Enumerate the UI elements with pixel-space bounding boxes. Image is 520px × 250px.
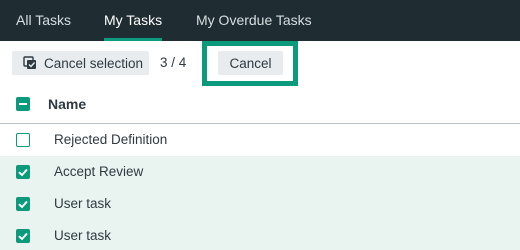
- row-checkbox[interactable]: [16, 133, 30, 147]
- row-checkbox[interactable]: [16, 229, 30, 243]
- table-row[interactable]: User task: [0, 188, 520, 220]
- cancel-label: Cancel: [229, 55, 272, 71]
- tab-my-tasks[interactable]: My Tasks: [104, 0, 163, 41]
- tab-my-tasks-label: My Tasks: [104, 12, 163, 28]
- selection-toolbar: Cancel selection 3 / 4 Cancel: [0, 41, 520, 86]
- checkmark-icon: [18, 232, 28, 241]
- checkmark-icon: [18, 200, 28, 209]
- cancel-button[interactable]: Cancel: [218, 51, 283, 75]
- tab-all-tasks-label: All Tasks: [16, 12, 71, 28]
- table-header: Name: [0, 86, 520, 124]
- table-row[interactable]: User task: [0, 220, 520, 250]
- task-name[interactable]: User task: [54, 220, 111, 250]
- task-name[interactable]: User task: [54, 188, 111, 220]
- table-row[interactable]: Accept Review: [0, 156, 520, 188]
- tab-all-tasks[interactable]: All Tasks: [16, 0, 71, 41]
- column-header-name[interactable]: Name: [48, 86, 86, 123]
- select-all-checkbox[interactable]: [16, 97, 30, 111]
- row-checkbox[interactable]: [16, 165, 30, 179]
- checkmark-icon: [18, 168, 28, 177]
- task-name[interactable]: Rejected Definition: [54, 124, 167, 156]
- cancel-highlight-frame: Cancel: [202, 41, 298, 86]
- tab-my-overdue-tasks[interactable]: My Overdue Tasks: [196, 0, 312, 41]
- top-navigation: All Tasks My Tasks My Overdue Tasks: [0, 0, 520, 41]
- tab-my-overdue-tasks-label: My Overdue Tasks: [196, 12, 312, 28]
- cancel-selection-button[interactable]: Cancel selection: [12, 51, 149, 75]
- table-row[interactable]: Rejected Definition: [0, 124, 520, 156]
- deselect-icon: [23, 56, 37, 70]
- cancel-selection-label: Cancel selection: [44, 55, 144, 71]
- selection-count: 3 / 4: [160, 55, 187, 70]
- row-checkbox[interactable]: [16, 197, 30, 211]
- task-name[interactable]: Accept Review: [54, 156, 143, 188]
- minus-icon: [19, 103, 27, 105]
